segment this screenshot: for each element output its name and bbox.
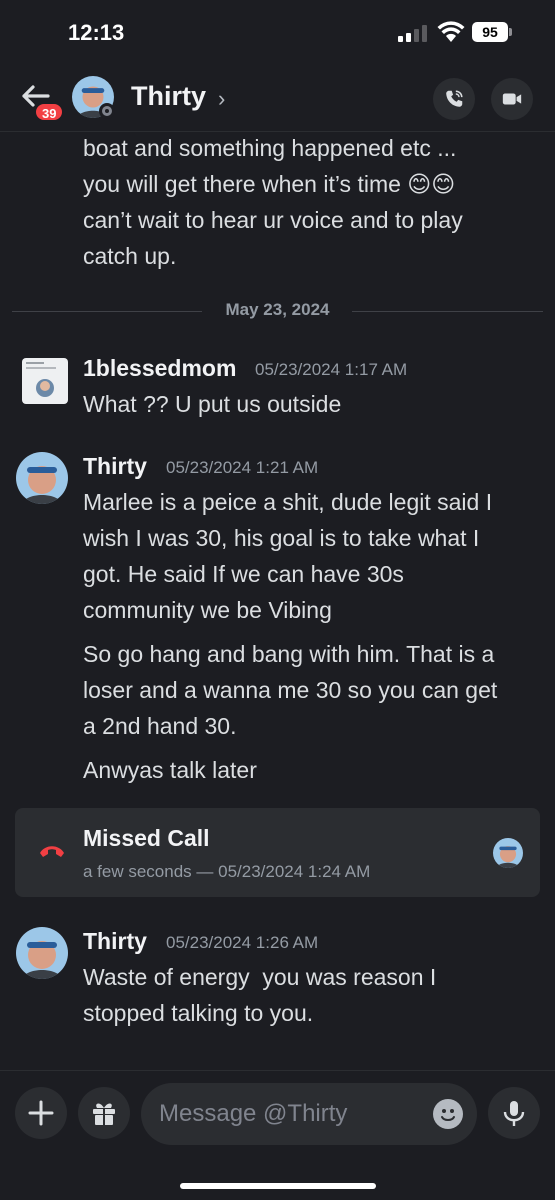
home-indicator[interactable] [180,1183,376,1189]
message-group: Thirty 05/23/2024 1:26 AM Waste of energ… [0,923,555,1033]
gift-icon [93,1103,115,1125]
missed-call-icon [40,846,64,857]
wifi-icon [437,21,465,42]
message-line: loser and a wanna me 30 so you can get [83,677,498,703]
divider-line [352,311,543,312]
message-group: 1blessedmom 05/23/2024 1:17 AM What ?? U… [0,350,555,420]
message-input[interactable] [159,1097,419,1131]
avatar[interactable] [22,358,68,404]
unread-badge: 39 [34,102,65,122]
call-title: Missed Call [83,825,210,851]
message-line: Marlee is a peice a shit, dude legit sai… [83,489,493,515]
message-line: So go hang and bang with him. That is a [83,641,495,667]
video-call-button[interactable] [491,78,533,120]
avatar [493,838,523,868]
message-author[interactable]: Thirty [83,453,147,480]
battery-level: 95 [472,22,508,42]
message-line: community we be Vibing [83,597,332,623]
divider-date: May 23, 2024 [225,300,330,319]
voice-call-button[interactable] [433,78,475,120]
message-content: Marlee is a peice a shit, dude legit sai… [83,484,533,788]
message-composer [0,1070,555,1200]
message-line: you will get there when it’s time 😊😊 [83,171,456,197]
emoji-icon[interactable] [433,1099,463,1129]
date-divider: May 23, 2024 [12,300,543,322]
avatar[interactable] [16,452,68,504]
cellular-signal-icon [398,24,430,42]
call-subtitle: a few seconds — 05/23/2024 1:24 AM [83,862,371,881]
dm-header: 39 Thirty › [0,66,555,132]
message-line: What ?? U put us outside [83,391,342,417]
message-group: Thirty 05/23/2024 1:21 AM Marlee is a pe… [0,448,555,788]
message-author[interactable]: 1blessedmom [83,355,236,382]
message-author[interactable]: Thirty [83,928,147,955]
message-line: Anwyas talk later [83,757,257,783]
battery-nub [509,28,512,36]
message-input-container [141,1083,477,1145]
message-continuation: boat and something happened etc ... you … [83,130,533,274]
message-content: Waste of energy you was reason I stopped… [83,959,533,1031]
message-line: stopped talking to you. [83,1000,314,1026]
message-line: wish I was 30, his goal is to take what … [83,525,480,551]
gift-button[interactable] [78,1087,130,1139]
message-line: got. He said If we can have 30s [83,561,404,587]
message-line: a 2nd hand 30. [83,713,237,739]
ios-status-bar: 12:13 95 [0,0,555,66]
plus-icon [28,1100,54,1126]
microphone-icon [503,1101,525,1126]
message-line: catch up. [83,243,177,269]
voice-message-button[interactable] [488,1087,540,1139]
avatar[interactable] [16,927,68,979]
message-timestamp: 05/23/2024 1:26 AM [166,933,319,952]
message-timestamp: 05/23/2024 1:17 AM [255,360,408,379]
attach-button[interactable] [15,1087,67,1139]
message-line: boat and something happened etc ... [83,135,457,161]
channel-name[interactable]: Thirty [131,81,206,112]
chevron-right-icon[interactable]: › [218,86,225,112]
status-time: 12:13 [68,20,125,45]
video-call-icon [502,93,522,105]
missed-call-card[interactable]: Missed Call a few seconds — 05/23/2024 1… [15,808,540,897]
phone-call-icon [446,90,463,107]
message-content: What ?? U put us outside [83,386,533,422]
message-line: can’t wait to hear ur voice and to play [83,207,463,233]
message-timestamp: 05/23/2024 1:21 AM [166,458,319,477]
message-line: Waste of energy you was reason I [83,964,437,990]
offline-status-indicator [99,103,115,119]
